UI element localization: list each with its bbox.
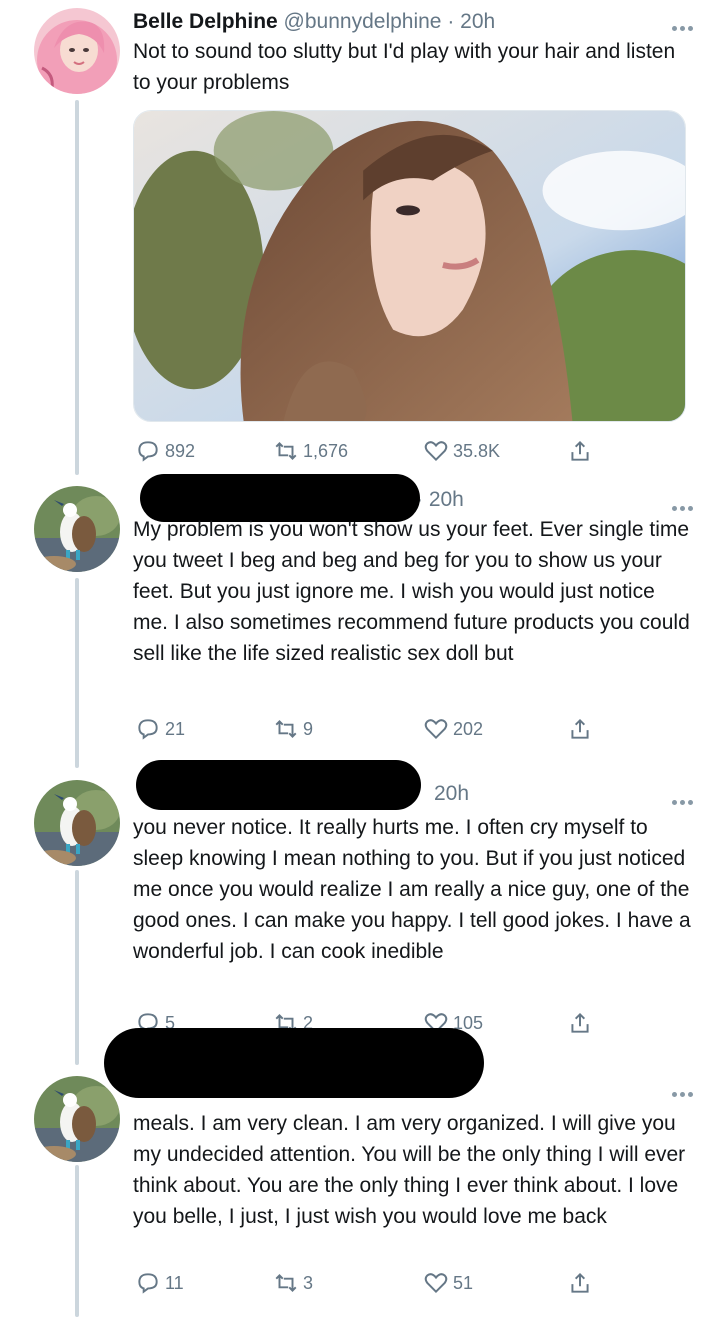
reply-icon [138,719,158,740]
more-options-icon[interactable] [672,498,700,511]
retweet-count: 1,676 [303,440,349,461]
tweet-time[interactable]: 20h [434,782,469,805]
share-button[interactable] [567,1008,597,1038]
bird-avatar-icon [34,780,120,866]
more-options-icon[interactable] [672,1084,700,1097]
reply-icon [138,1273,158,1294]
like-count: 202 [453,718,484,739]
retweet-count: 9 [303,718,314,739]
tweet[interactable]: Belle Delphine @bunnydelphine · 20h Not … [0,0,720,480]
retweet-icon [275,720,297,738]
more-options-icon[interactable] [672,18,700,31]
retweet-icon [275,1274,297,1292]
selfie-photo [134,111,685,421]
heart-icon [424,1273,448,1294]
tweet[interactable]: 20h you never notice. It really hurts me… [0,760,720,1062]
avatar[interactable] [34,780,120,866]
redaction-mark [136,760,421,810]
share-button[interactable] [567,436,597,466]
like-count: 35.8K [453,440,501,461]
like-button[interactable]: 202 [423,714,483,744]
tweet-actions: 21 9 202 [133,714,613,744]
reply-button[interactable]: 892 [135,436,195,466]
reply-count: 892 [165,440,196,461]
like-button[interactable]: 51 [423,1268,473,1298]
user-handle[interactable]: @bunnydelphine [284,10,442,33]
reply-count: 21 [165,718,186,739]
bird-avatar-icon [34,486,120,572]
like-button[interactable]: 35.8K [423,436,500,466]
reply-icon [138,441,158,462]
share-icon [571,718,589,739]
pink-hair-avatar-icon [34,8,120,94]
retweet-count: 3 [303,1272,314,1293]
reply-button[interactable]: 21 [135,714,185,744]
retweet-button[interactable]: 3 [273,1268,313,1298]
tweet[interactable]: · 20h My problem is you won't show us yo… [0,474,720,768]
separator-dot: · [441,10,461,33]
retweet-button[interactable]: 9 [273,714,313,744]
tweet-image[interactable] [133,110,686,422]
reply-button[interactable]: 11 [135,1268,184,1298]
avatar[interactable] [34,8,120,94]
reply-count: 11 [165,1272,184,1293]
retweet-button[interactable]: 1,676 [273,436,348,466]
share-button[interactable] [567,1268,597,1298]
avatar[interactable] [34,1076,120,1162]
tweet-text: Not to sound too slutty but I'd play wit… [133,40,676,94]
tweet-text: My problem is you won't show us your fee… [133,518,690,665]
bird-avatar-icon [34,1076,120,1162]
tweet-time[interactable]: 20h [460,10,495,33]
retweet-icon [275,442,297,460]
like-count: 51 [453,1272,474,1293]
display-name[interactable]: Belle Delphine [133,10,278,33]
redaction-mark [104,1028,484,1098]
share-icon [571,1272,589,1293]
heart-icon [424,719,448,740]
avatar[interactable] [34,486,120,572]
tweet-actions: 892 1,676 35.8K [133,436,613,466]
tweet-header: Belle Delphine @bunnydelphine · 20h [133,8,700,36]
share-button[interactable] [567,714,597,744]
tweet-text: meals. I am very clean. I am very organi… [133,1112,686,1228]
tweet-text: you never notice. It really hurts me. I … [133,816,691,963]
share-icon [571,440,589,461]
tweet-actions: 11 3 51 [133,1268,613,1298]
heart-icon [424,441,448,462]
share-icon [571,1012,589,1033]
tweet[interactable]: meals. I am very clean. I am very organi… [0,1028,720,1317]
more-options-icon[interactable] [672,792,700,805]
tweet-time[interactable]: 20h [429,488,464,511]
